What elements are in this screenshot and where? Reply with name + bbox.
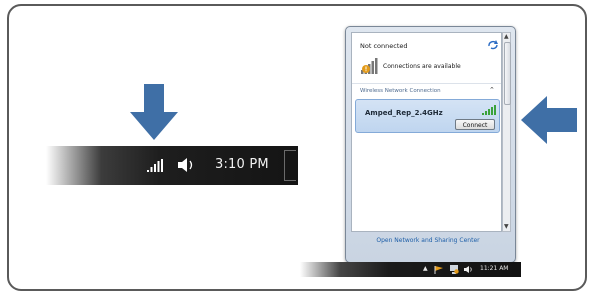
scroll-down-icon[interactable]: ▼ bbox=[504, 224, 509, 230]
scrollbar-thumb[interactable] bbox=[504, 42, 511, 105]
network-list-panel: Not connected Connections are available … bbox=[351, 32, 502, 232]
connection-status: Not connected bbox=[360, 42, 408, 50]
bottom-taskbar: ▲ 11:21 AM bbox=[300, 262, 521, 277]
network-list-item[interactable]: Amped_Rep_2.4GHz Connect bbox=[355, 99, 500, 133]
refresh-icon[interactable] bbox=[487, 40, 499, 50]
network-sharing-center-link[interactable]: Open Network and Sharing Center bbox=[346, 237, 510, 244]
action-center-flag-icon[interactable] bbox=[434, 265, 444, 274]
signal-strength-icon bbox=[482, 105, 496, 115]
wireless-section-header[interactable]: Wireless Network Connection ⌃ bbox=[352, 83, 501, 98]
show-hidden-icons-icon[interactable]: ▲ bbox=[423, 265, 428, 272]
speaker-icon[interactable] bbox=[463, 265, 473, 274]
taskbar-clock[interactable]: 11:21 AM bbox=[480, 265, 508, 272]
taskbar-clock[interactable]: 3:10 PM bbox=[215, 157, 269, 172]
left-arrow-indicator bbox=[521, 96, 577, 144]
wireless-available-icon bbox=[361, 58, 378, 74]
chevron-up-icon[interactable]: ⌃ bbox=[489, 86, 495, 94]
show-desktop-button[interactable] bbox=[284, 150, 296, 181]
connect-button[interactable]: Connect bbox=[455, 119, 495, 130]
network-icon[interactable] bbox=[449, 264, 459, 275]
network-name: Amped_Rep_2.4GHz bbox=[365, 109, 443, 117]
down-arrow-indicator bbox=[130, 84, 178, 140]
speaker-icon[interactable] bbox=[176, 156, 196, 174]
scroll-up-icon[interactable]: ▲ bbox=[504, 34, 509, 40]
network-signal-icon[interactable] bbox=[147, 159, 163, 172]
section-title: Wireless Network Connection bbox=[360, 88, 441, 94]
connections-available-label: Connections are available bbox=[383, 63, 461, 70]
network-flyout: Not connected Connections are available … bbox=[345, 26, 516, 263]
taskbar-notification-area: 3:10 PM bbox=[46, 146, 298, 185]
network-list-scrollbar[interactable]: ▲ ▼ bbox=[502, 32, 511, 232]
